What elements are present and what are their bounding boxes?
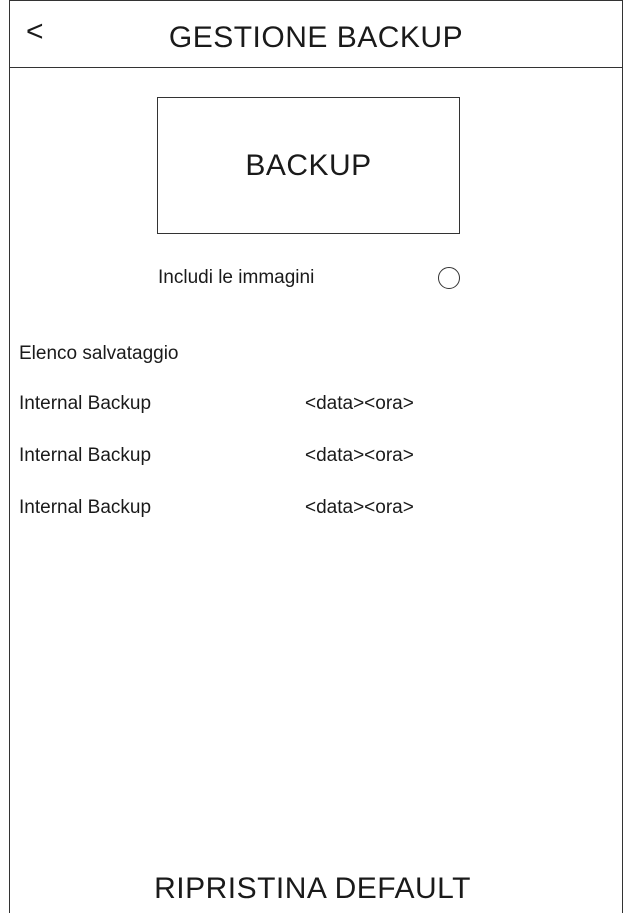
backup-list-heading: Elenco salvataggio (19, 343, 179, 364)
backup-list-item[interactable]: Internal Backup <data><ora> (19, 393, 579, 445)
include-images-label: Includi le immagini (158, 267, 315, 288)
include-images-row: Includi le immagini (158, 264, 463, 292)
backup-item-datetime: <data><ora> (305, 497, 414, 518)
backup-item-name: Internal Backup (19, 445, 152, 466)
backup-list-item[interactable]: Internal Backup <data><ora> (19, 497, 579, 549)
backup-list: Internal Backup <data><ora> Internal Bac… (19, 393, 579, 549)
page-title: GESTIONE BACKUP (168, 21, 464, 54)
restore-default-button[interactable]: RIPRISTINA DEFAULT (0, 872, 625, 906)
header-bar: < GESTIONE BACKUP (10, 1, 622, 68)
include-images-radio[interactable] (438, 267, 460, 289)
backup-item-name: Internal Backup (19, 393, 152, 414)
backup-item-name: Internal Backup (19, 497, 152, 518)
backup-item-datetime: <data><ora> (305, 445, 414, 466)
backup-button[interactable]: BACKUP (157, 97, 460, 234)
backup-item-datetime: <data><ora> (305, 393, 414, 414)
backup-list-item[interactable]: Internal Backup <data><ora> (19, 445, 579, 497)
